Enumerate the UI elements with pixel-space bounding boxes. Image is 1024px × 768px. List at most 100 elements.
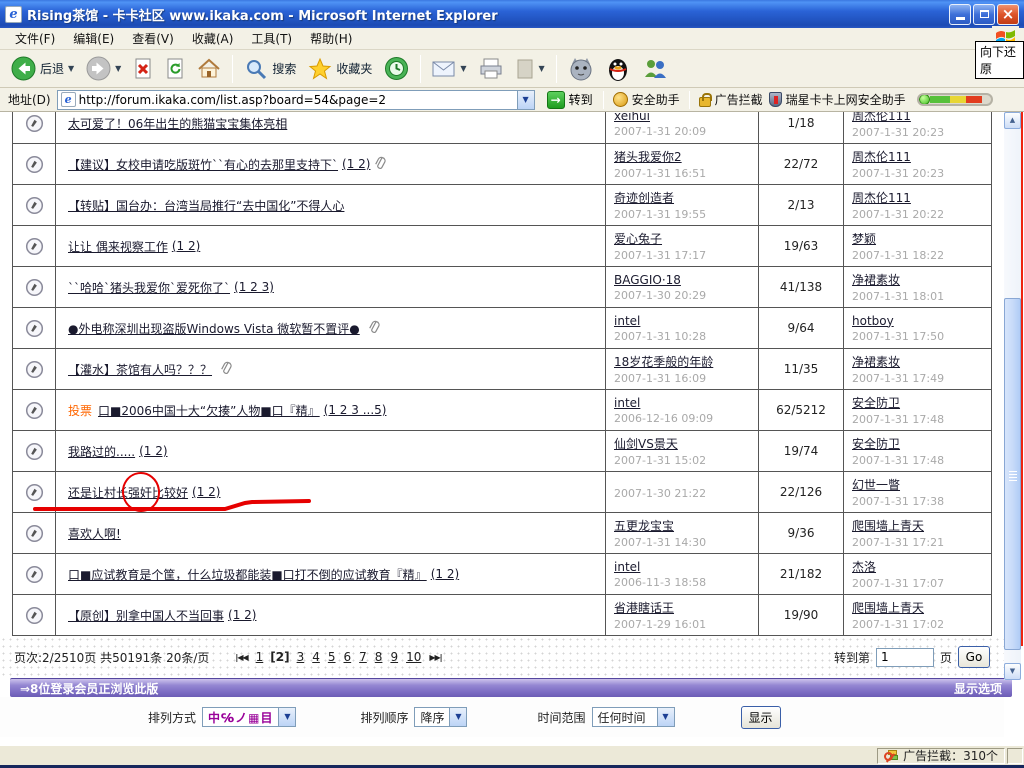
page-link[interactable]: 10 — [406, 650, 421, 664]
last-replier-link[interactable]: 净裙素妆 — [852, 271, 900, 288]
minimize-button[interactable] — [949, 3, 971, 25]
page-link[interactable]: [2] — [270, 650, 289, 664]
thread-title-link[interactable]: 【灌水】茶馆有人吗？？？ — [68, 361, 212, 378]
last-replier-link[interactable]: 周杰伦111 — [852, 112, 911, 124]
author-link[interactable]: 奇迹创造者 — [614, 189, 674, 206]
thread-title-link[interactable]: 我路过的..... — [68, 443, 135, 460]
thread-pages-links[interactable]: (1 2) — [342, 157, 370, 171]
vertical-scrollbar[interactable]: ▲ ▼ — [1004, 112, 1021, 680]
author-link[interactable]: 爱心兔子 — [614, 230, 662, 247]
page-link[interactable]: 7 — [359, 650, 367, 664]
page-link[interactable]: 9 — [390, 650, 398, 664]
last-replier-link[interactable]: 安全防卫 — [852, 435, 900, 452]
author-link[interactable]: 五更龙宝宝 — [614, 517, 674, 534]
address-input[interactable] — [78, 91, 517, 108]
last-replier-link[interactable]: 幻世一瞥 — [852, 476, 900, 493]
thread-pages-links[interactable]: (1 2) — [431, 567, 459, 581]
thread-title-link[interactable]: 还是让村长强奸比较好 — [68, 484, 188, 501]
scrollbar-thumb[interactable] — [1004, 298, 1021, 650]
show-button[interactable]: 显示 — [740, 705, 781, 729]
adblock-button[interactable]: 广告拦截 — [696, 90, 766, 109]
security-assistant-button[interactable]: 安全助手 — [610, 90, 683, 109]
time-range-select[interactable]: 任何时间 ▼ — [591, 707, 675, 727]
scroll-up-button[interactable]: ▲ — [1004, 112, 1021, 129]
favorites-button[interactable]: 收藏夹 — [303, 54, 377, 84]
last-replier-link[interactable]: 周杰伦111 — [852, 148, 911, 165]
last-replier-link[interactable]: 梦颖 — [852, 230, 876, 247]
author-link[interactable]: intel — [614, 396, 640, 410]
thread-title-link[interactable]: 【转贴】国台办：台湾当局推行“去中国化”不得人心 — [68, 197, 344, 214]
print-button[interactable] — [474, 55, 508, 83]
menu-tools[interactable]: 工具(T) — [242, 27, 301, 50]
edit-button[interactable]: ▼ — [510, 55, 550, 83]
first-page-button[interactable]: |◀◀ — [235, 653, 248, 662]
thread-title-link[interactable]: 【原创】别拿中国人不当回事 — [68, 607, 224, 624]
back-button[interactable]: 后退 ▼ — [6, 53, 79, 84]
thread-pages-links[interactable]: (1 2) — [172, 239, 200, 253]
author-link[interactable]: 18岁花季般的年龄 — [614, 353, 713, 370]
last-replier-link[interactable]: 周杰伦111 — [852, 189, 911, 206]
thread-title-link[interactable]: 喜欢人啊! — [68, 525, 121, 542]
scroll-down-button[interactable]: ▼ — [1004, 663, 1021, 680]
mail-dropdown-icon[interactable]: ▼ — [460, 64, 466, 73]
page-link[interactable]: 8 — [375, 650, 383, 664]
thread-title-link[interactable]: 口■应试教育是个筐，什么垃圾都能装■口打不倒的应试教育『精』 — [68, 566, 427, 583]
address-dropdown-icon[interactable]: ▼ — [516, 90, 534, 109]
thread-pages-links[interactable]: (1 2 3 ...5) — [324, 403, 387, 417]
thread-pages-links[interactable]: (1 2) — [228, 608, 256, 622]
thread-pages-links[interactable]: (1 2) — [192, 485, 220, 499]
go-button[interactable]: → 转到 — [543, 90, 597, 110]
back-dropdown-icon[interactable]: ▼ — [68, 64, 74, 73]
thread-title-link[interactable]: 口■2006中国十大“欠揍”人物■口『精』 — [98, 402, 320, 419]
last-replier-link[interactable]: 爬围墙上青天 — [852, 517, 924, 534]
rising-assistant-button[interactable]: 瑞星卡卡上网安全助手 — [766, 90, 909, 109]
author-link[interactable]: BAGGIO·18 — [614, 273, 681, 287]
page-link[interactable]: 1 — [256, 650, 264, 664]
author-link[interactable]: 仙剑VS景天 — [614, 435, 678, 452]
author-link[interactable]: intel — [614, 560, 640, 574]
forward-dropdown-icon[interactable]: ▼ — [115, 64, 121, 73]
page-link[interactable]: 4 — [312, 650, 320, 664]
thread-pages-links[interactable]: (1 2 3) — [234, 280, 274, 294]
thread-title-link[interactable]: ●外电称深圳出现盗版Windows Vista 微软暂不置评● — [68, 320, 360, 337]
page-link[interactable]: 6 — [344, 650, 352, 664]
messenger-button[interactable] — [637, 54, 673, 84]
menu-help[interactable]: 帮助(H) — [301, 27, 361, 50]
goto-go-button[interactable]: Go — [958, 646, 990, 668]
author-link[interactable]: 省港瞎话王 — [614, 599, 674, 616]
author-link[interactable]: intel — [614, 314, 640, 328]
rising-kaka-button[interactable] — [563, 53, 599, 85]
thread-title-link[interactable]: 【建议】女校申请吃版斑竹``有心的去那里支持下` — [68, 156, 338, 173]
search-button[interactable]: 搜索 — [239, 54, 301, 84]
last-replier-link[interactable]: hotboy — [852, 314, 894, 328]
thread-title-link[interactable]: 让让 偶来视察工作 — [68, 238, 168, 255]
last-replier-link[interactable]: 净裙素妆 — [852, 353, 900, 370]
qq-button[interactable] — [601, 53, 635, 85]
menu-file[interactable]: 文件(F) — [6, 27, 64, 50]
last-replier-link[interactable]: 爬围墙上青天 — [852, 599, 924, 616]
last-replier-link[interactable]: 杰洛 — [852, 558, 876, 575]
last-replier-link[interactable]: 安全防卫 — [852, 394, 900, 411]
goto-page-input[interactable] — [875, 647, 934, 667]
menu-favorites[interactable]: 收藏(A) — [183, 27, 243, 50]
page-link[interactable]: 3 — [297, 650, 305, 664]
thread-pages-links[interactable]: (1 2) — [139, 444, 167, 458]
stop-button[interactable] — [128, 54, 158, 84]
home-button[interactable] — [192, 54, 226, 84]
menu-edit[interactable]: 编辑(E) — [64, 27, 123, 50]
edit-dropdown-icon[interactable]: ▼ — [539, 64, 545, 73]
display-options-link[interactable]: 显示选项 — [954, 680, 1002, 697]
sort-order-select[interactable]: 降序 ▼ — [414, 707, 468, 727]
last-page-button[interactable]: ▶▶| — [429, 653, 442, 662]
history-button[interactable] — [379, 53, 414, 84]
author-link[interactable]: xeihui — [614, 112, 650, 123]
menu-view[interactable]: 查看(V) — [123, 27, 183, 50]
page-link[interactable]: 5 — [328, 650, 336, 664]
author-link[interactable]: 猪头我爱你2 — [614, 148, 682, 165]
forward-button[interactable]: ▼ — [81, 53, 126, 84]
close-button[interactable]: × — [997, 3, 1019, 25]
mail-button[interactable]: ▼ — [427, 57, 471, 81]
sort-mode-select[interactable]: 中℅ノ▦目 ▼ — [202, 707, 297, 727]
thread-title-link[interactable]: 太可爱了！06年出生的熊猫宝宝集体亮相 — [68, 115, 287, 132]
refresh-button[interactable] — [160, 54, 190, 84]
